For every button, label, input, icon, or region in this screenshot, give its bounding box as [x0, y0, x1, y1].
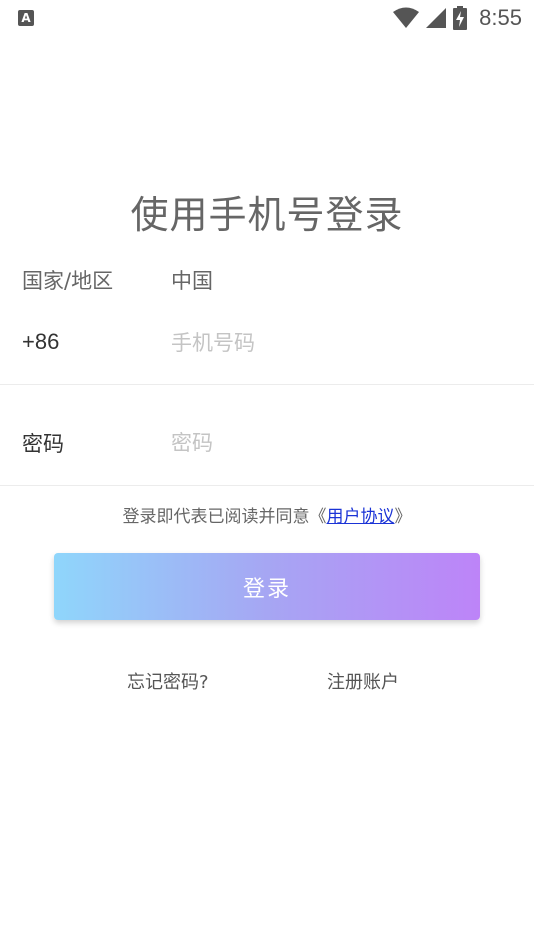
register-link[interactable]: 注册账户	[327, 668, 399, 694]
forgot-password-link[interactable]: 忘记密码?	[127, 668, 209, 694]
page-title: 使用手机号登录	[130, 193, 404, 237]
agreement-text: 登录即代表已阅读并同意《用户协议》	[0, 502, 534, 527]
battery-charging-icon	[453, 6, 468, 30]
login-button[interactable]: 登录	[54, 553, 480, 620]
agreement-suffix: 》	[394, 507, 412, 527]
app-notification-icon: A	[18, 10, 34, 26]
divider	[0, 384, 534, 385]
status-time: 8:55	[479, 5, 522, 30]
country-code[interactable]: +86	[22, 329, 59, 355]
status-bar: A 8:55	[0, 0, 534, 36]
phone-input[interactable]	[171, 323, 501, 363]
agreement-prefix: 登录即代表已阅读并同意《	[122, 507, 327, 527]
divider	[0, 485, 534, 486]
user-agreement-link[interactable]: 用户协议	[327, 507, 395, 527]
signal-icon	[426, 8, 447, 28]
region-selector[interactable]: 中国	[171, 265, 213, 295]
password-input[interactable]	[171, 423, 501, 463]
region-label: 国家/地区	[22, 269, 114, 293]
wifi-icon	[393, 7, 420, 28]
status-icons: 8:55	[393, 4, 522, 32]
password-label: 密码	[22, 432, 64, 456]
